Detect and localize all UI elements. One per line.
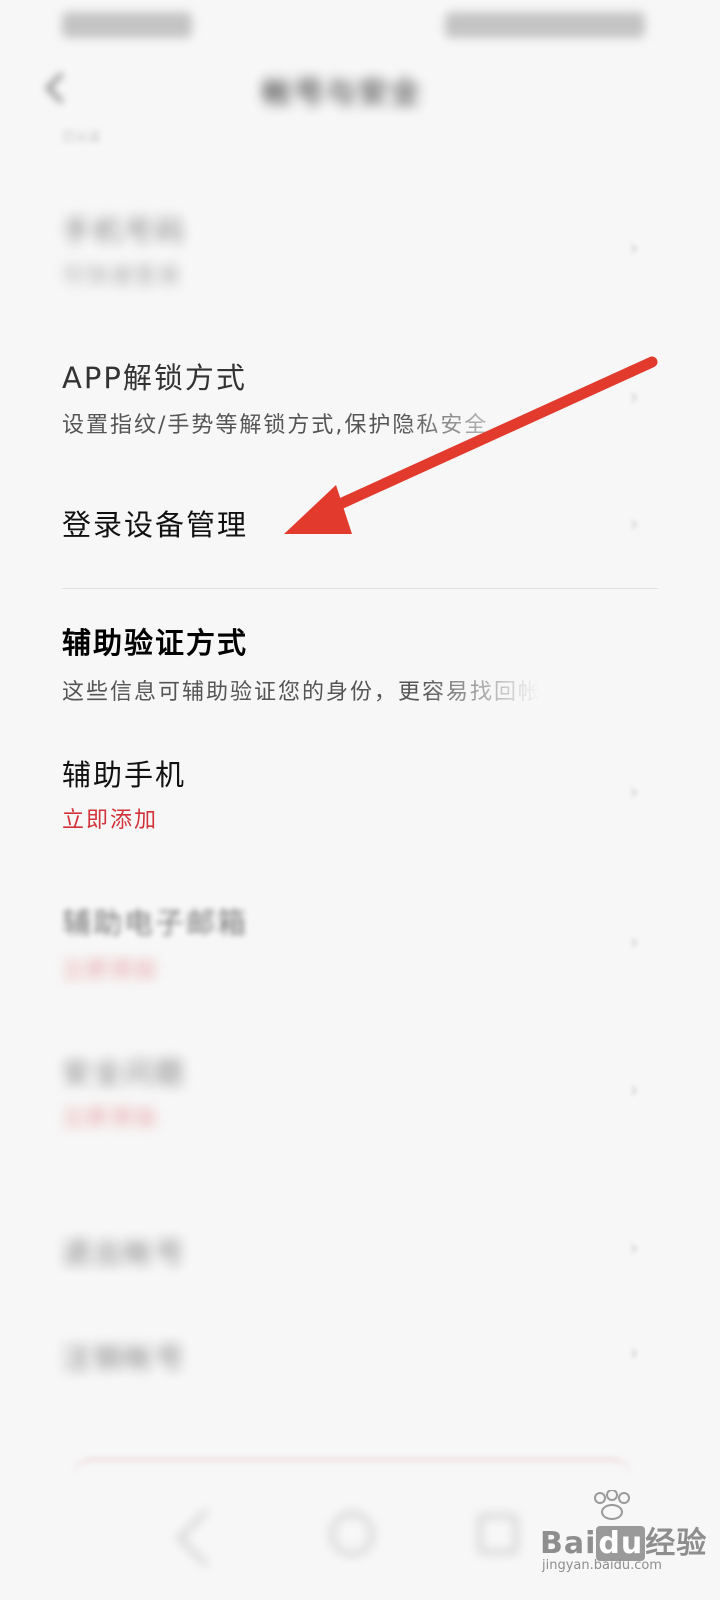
- row-title: 手机号码: [62, 214, 187, 248]
- row-subtitle: 可快速登录: [62, 264, 183, 289]
- screen: 帐号与安全 已认证 手机号码 可快速登录 › APP解锁方式 设置指纹/手势等解…: [0, 0, 720, 1600]
- signal-icons: [62, 12, 192, 38]
- list-item-phone[interactable]: 手机号码 可快速登录 ›: [0, 190, 720, 310]
- nav-home-icon[interactable]: [330, 1512, 374, 1556]
- header: 帐号与安全: [0, 52, 720, 124]
- chevron-right-icon: ›: [629, 512, 639, 537]
- list-item-device-management[interactable]: 登录设备管理 ›: [0, 490, 720, 570]
- fade-overlay: [400, 400, 640, 440]
- list-item-app-unlock[interactable]: APP解锁方式 设置指纹/手势等解锁方式,保护隐私安全 ›: [0, 345, 720, 465]
- list-item-logout[interactable]: 退出帐号 ›: [0, 1220, 720, 1290]
- baidu-jingyan-watermark: Baidu经验 jingyan.baidu.com: [540, 1490, 710, 1580]
- watermark-url: jingyan.baidu.com: [542, 1558, 662, 1573]
- status-bar: [0, 0, 720, 50]
- row-title: 辅助手机: [62, 758, 187, 792]
- nav-recent-icon[interactable]: [478, 1514, 518, 1554]
- divider: [62, 588, 658, 589]
- chevron-right-icon: ›: [629, 780, 639, 805]
- watermark-brand: Baidu经验: [540, 1526, 708, 1561]
- chevron-right-icon: ›: [629, 1078, 639, 1103]
- list-item-aux-phone[interactable]: 辅助手机 立即添加 ›: [0, 740, 720, 850]
- list-item-security-question[interactable]: 安全问题 立即添加 ›: [0, 1040, 720, 1150]
- battery-time: [445, 12, 645, 38]
- paw-logo-icon: [594, 1490, 630, 1520]
- add-now-link[interactable]: 立即添加: [62, 802, 158, 834]
- add-now-link[interactable]: 立即添加: [62, 952, 158, 984]
- header-subtitle: 已认证: [62, 130, 102, 145]
- chevron-right-icon: ›: [629, 236, 639, 261]
- list-item-aux-email[interactable]: 辅助电子邮箱 立即添加 ›: [0, 890, 720, 1000]
- list-item-delete-account[interactable]: 注销帐号 ›: [0, 1325, 720, 1395]
- nav-back-icon[interactable]: [176, 1509, 234, 1567]
- row-title: 退出帐号: [62, 1236, 187, 1270]
- chevron-right-icon: ›: [629, 385, 639, 410]
- add-now-link[interactable]: 立即添加: [62, 1100, 158, 1132]
- section-aux-verification: 辅助验证方式 这些信息可辅助验证您的身份，更容易找回帐号: [0, 610, 720, 710]
- row-title: 辅助电子邮箱: [62, 906, 249, 940]
- page-title: 帐号与安全: [262, 76, 422, 111]
- row-title: APP解锁方式: [62, 361, 247, 395]
- chevron-right-icon: ›: [629, 1236, 639, 1261]
- chevron-right-icon: ›: [629, 930, 639, 955]
- row-title: 安全问题: [62, 1056, 187, 1090]
- row-title: 注销帐号: [62, 1341, 187, 1375]
- row-title: 登录设备管理: [62, 508, 249, 542]
- back-arrow-icon[interactable]: [38, 68, 74, 108]
- fade-overlay: [420, 668, 620, 708]
- section-title: 辅助验证方式: [62, 626, 249, 660]
- chevron-right-icon: ›: [629, 1341, 639, 1366]
